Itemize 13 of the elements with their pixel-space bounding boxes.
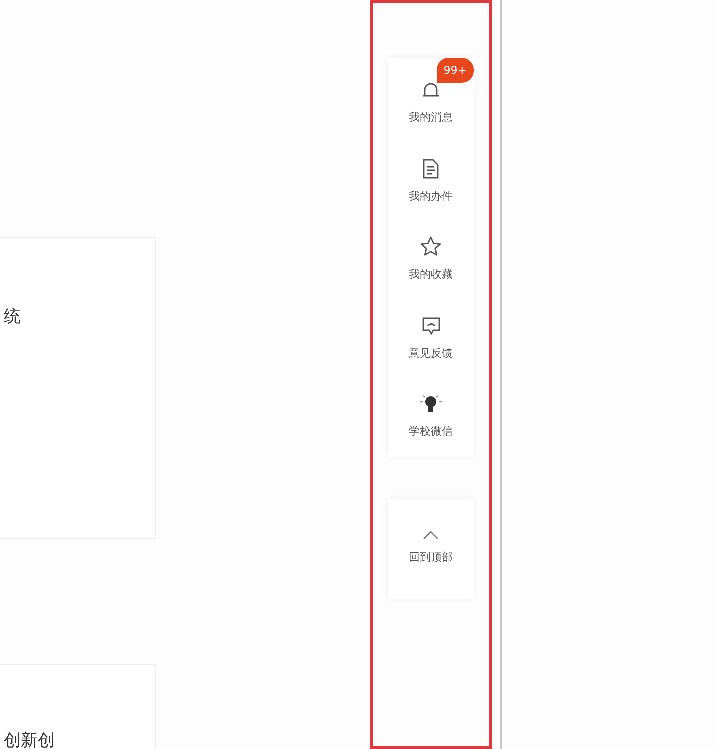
notification-badge: 99+ — [436, 58, 474, 83]
side-menu-item[interactable]: 学校微信 — [409, 392, 453, 440]
side-menu-item[interactable]: 意见反馈 — [409, 314, 453, 362]
back-to-top-button[interactable]: 回到顶部 — [388, 498, 474, 598]
chevron-up-icon — [423, 530, 439, 540]
card-title: 创新创 — [3, 730, 56, 749]
side-menu-item[interactable]: 我的办件 — [409, 156, 453, 205]
side-menu-item[interactable]: 我的收藏 — [409, 235, 453, 284]
chat-bubble-icon — [422, 316, 440, 336]
star-icon — [420, 236, 442, 257]
card-title: 统 — [3, 306, 22, 329]
lightbulb-icon — [420, 394, 442, 414]
document-icon — [423, 158, 439, 178]
